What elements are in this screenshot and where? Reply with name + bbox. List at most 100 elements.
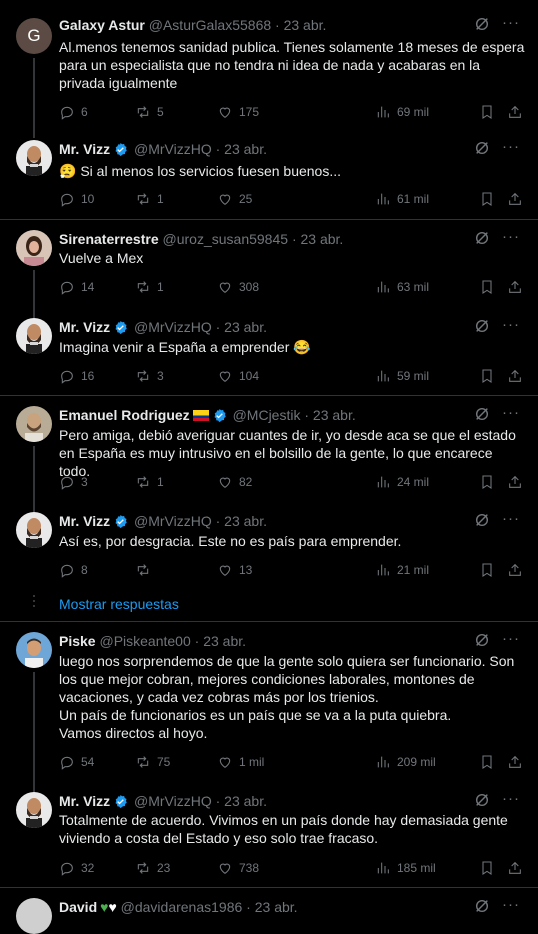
- avatar[interactable]: [16, 792, 52, 828]
- share-button[interactable]: [507, 753, 523, 771]
- grok-icon[interactable]: [474, 16, 490, 36]
- tweet-date[interactable]: 23 abr.: [224, 141, 267, 157]
- author-handle[interactable]: @MrVizzHQ: [134, 513, 212, 529]
- author-handle[interactable]: @MrVizzHQ: [134, 141, 212, 157]
- views-button[interactable]: 61 mil: [375, 190, 429, 208]
- author-handle[interactable]: @Piskeante00: [99, 633, 190, 649]
- like-button[interactable]: 104: [217, 367, 259, 385]
- reply-button[interactable]: 3: [59, 473, 88, 491]
- grok-icon[interactable]: [474, 792, 490, 812]
- author-name[interactable]: Mr. Vizz: [59, 513, 110, 529]
- retweet-button[interactable]: 1: [135, 278, 164, 296]
- share-button[interactable]: [507, 367, 523, 385]
- more-options-icon[interactable]: ···: [502, 316, 520, 333]
- share-button[interactable]: [507, 278, 523, 296]
- avatar[interactable]: [16, 512, 52, 548]
- tweet-date[interactable]: 23 abr.: [313, 407, 356, 423]
- avatar[interactable]: [16, 140, 52, 176]
- bookmark-button[interactable]: [479, 190, 495, 208]
- views-button[interactable]: 185 mil: [375, 859, 436, 877]
- tweet[interactable]: David ♥♥ @davidarenas1986 · 23 abr. ···: [0, 888, 538, 934]
- like-button[interactable]: 25: [217, 190, 252, 208]
- tweet-date[interactable]: 23 abr.: [301, 231, 344, 247]
- retweet-button[interactable]: 1: [135, 190, 164, 208]
- views-button[interactable]: 69 mil: [375, 103, 429, 121]
- reply-button[interactable]: 54: [59, 753, 94, 771]
- author-handle[interactable]: @MrVizzHQ: [134, 319, 212, 335]
- author-name[interactable]: Galaxy Astur: [59, 17, 145, 33]
- retweet-button[interactable]: 5: [135, 103, 164, 121]
- avatar[interactable]: [16, 898, 52, 934]
- avatar[interactable]: [16, 318, 52, 354]
- author-name[interactable]: Piske: [59, 633, 96, 649]
- views-button[interactable]: 63 mil: [375, 278, 429, 296]
- author-name[interactable]: Mr. Vizz: [59, 141, 110, 157]
- bookmark-button[interactable]: [479, 367, 495, 385]
- tweet[interactable]: Mr. Vizz @MrVizzHQ · 23 abr. Así es, por…: [0, 502, 538, 592]
- more-options-icon[interactable]: ···: [502, 228, 520, 245]
- share-button[interactable]: [507, 190, 523, 208]
- views-button[interactable]: 21 mil: [375, 561, 429, 579]
- like-button[interactable]: 308: [217, 278, 259, 296]
- reply-button[interactable]: 16: [59, 367, 94, 385]
- tweet[interactable]: Mr. Vizz @MrVizzHQ · 23 abr. 😮‍💨 Si al m…: [0, 130, 538, 220]
- more-options-icon[interactable]: ···: [502, 790, 520, 807]
- retweet-button[interactable]: 23: [135, 859, 170, 877]
- tweet[interactable]: Mr. Vizz @MrVizzHQ · 23 abr. Imagina ven…: [0, 308, 538, 396]
- reply-button[interactable]: 32: [59, 859, 94, 877]
- author-name[interactable]: Emanuel Rodriguez: [59, 407, 190, 423]
- bookmark-button[interactable]: [479, 473, 495, 491]
- avatar[interactable]: [16, 230, 52, 266]
- views-button[interactable]: 59 mil: [375, 367, 429, 385]
- retweet-button[interactable]: 75: [135, 753, 170, 771]
- author-name[interactable]: Mr. Vizz: [59, 319, 110, 335]
- retweet-button[interactable]: 3: [135, 367, 164, 385]
- tweet[interactable]: Emanuel Rodriguez @MCjestik · 23 abr. Pe…: [0, 396, 538, 512]
- grok-icon[interactable]: [474, 230, 490, 250]
- views-button[interactable]: 209 mil: [375, 753, 436, 771]
- grok-icon[interactable]: [474, 406, 490, 426]
- more-options-icon[interactable]: ···: [502, 138, 520, 155]
- reply-button[interactable]: 14: [59, 278, 94, 296]
- tweet[interactable]: Piske @Piskeante00 · 23 abr. luego nos s…: [0, 622, 538, 794]
- tweet-date[interactable]: 23 abr.: [224, 513, 267, 529]
- like-button[interactable]: 1 mil: [217, 753, 264, 771]
- reply-button[interactable]: 10: [59, 190, 94, 208]
- share-button[interactable]: [507, 103, 523, 121]
- grok-icon[interactable]: [474, 898, 490, 918]
- author-handle[interactable]: @MCjestik: [233, 407, 301, 423]
- grok-icon[interactable]: [474, 140, 490, 160]
- avatar[interactable]: G: [16, 18, 52, 54]
- bookmark-button[interactable]: [479, 753, 495, 771]
- share-button[interactable]: [507, 859, 523, 877]
- more-options-icon[interactable]: ···: [502, 896, 520, 913]
- show-replies-link[interactable]: Mostrar respuestas: [59, 596, 179, 612]
- like-button[interactable]: 13: [217, 561, 252, 579]
- like-button[interactable]: 175: [217, 103, 259, 121]
- tweet[interactable]: G Galaxy Astur @AsturGalax55868 · 23 abr…: [0, 0, 538, 138]
- more-options-icon[interactable]: ···: [502, 510, 520, 527]
- tweet-date[interactable]: 23 abr.: [284, 17, 327, 33]
- share-button[interactable]: [507, 473, 523, 491]
- grok-icon[interactable]: [474, 512, 490, 532]
- more-options-icon[interactable]: ···: [502, 14, 520, 31]
- tweet[interactable]: Sirenaterrestre @uroz_susan59845 · 23 ab…: [0, 220, 538, 318]
- bookmark-button[interactable]: [479, 859, 495, 877]
- author-name[interactable]: Mr. Vizz: [59, 793, 110, 809]
- author-name[interactable]: David: [59, 899, 97, 915]
- views-button[interactable]: 24 mil: [375, 473, 429, 491]
- like-button[interactable]: 82: [217, 473, 252, 491]
- share-button[interactable]: [507, 561, 523, 579]
- grok-icon[interactable]: [474, 318, 490, 338]
- bookmark-button[interactable]: [479, 561, 495, 579]
- grok-icon[interactable]: [474, 632, 490, 652]
- more-options-icon[interactable]: ···: [502, 630, 520, 647]
- author-handle[interactable]: @davidarenas1986: [121, 899, 243, 915]
- avatar[interactable]: [16, 632, 52, 668]
- author-handle[interactable]: @AsturGalax55868: [149, 17, 271, 33]
- author-name[interactable]: Sirenaterrestre: [59, 231, 159, 247]
- retweet-button[interactable]: [135, 561, 157, 579]
- tweet[interactable]: Mr. Vizz @MrVizzHQ · 23 abr. Totalmente …: [0, 784, 538, 888]
- author-handle[interactable]: @uroz_susan59845: [163, 231, 289, 247]
- tweet-date[interactable]: 23 abr.: [224, 319, 267, 335]
